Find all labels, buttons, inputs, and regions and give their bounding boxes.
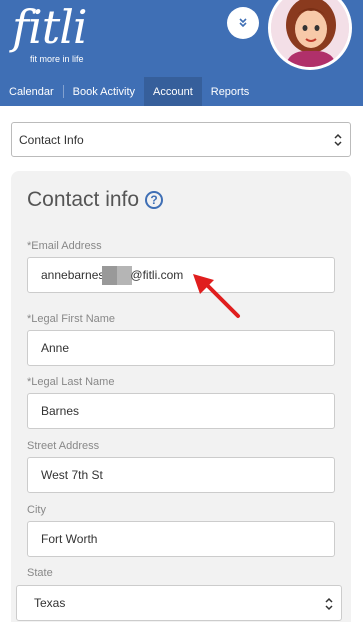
card-title-text: Contact info — [27, 188, 140, 211]
street-field[interactable]: West 7th St — [27, 457, 335, 493]
double-chevron-down-icon — [239, 18, 247, 28]
expand-menu-button[interactable] — [227, 7, 259, 39]
app-header: fitli fit more in life Calendar Book Act… — [0, 0, 363, 106]
card-title: Contact info ? — [27, 188, 164, 212]
city-field[interactable]: Fort Worth — [27, 521, 335, 557]
first-name-value: Anne — [41, 341, 70, 355]
select-arrows-icon — [325, 597, 333, 611]
nav-reports[interactable]: Reports — [202, 77, 259, 106]
city-value: Fort Worth — [41, 532, 98, 546]
state-label: State — [27, 567, 53, 579]
help-icon[interactable]: ? — [145, 191, 164, 209]
logo-tagline: fit more in life — [30, 54, 84, 64]
contact-info-card: Contact info ? *Email Address annebarnes… — [11, 171, 351, 622]
nav-calendar[interactable]: Calendar — [0, 77, 63, 106]
street-label: Street Address — [27, 440, 100, 452]
nav-book-activity[interactable]: Book Activity — [64, 77, 144, 106]
logo-wordmark: fitli — [12, 0, 88, 54]
last-name-value: Barnes — [41, 404, 80, 418]
section-select-value: Contact Info — [19, 132, 84, 147]
last-name-field[interactable]: Barnes — [27, 393, 335, 429]
state-value: Texas — [34, 596, 66, 610]
select-arrows-icon — [334, 133, 342, 147]
redaction-box — [102, 265, 133, 285]
last-name-label: *Legal Last Name — [27, 376, 115, 388]
state-select[interactable]: Texas — [16, 585, 342, 621]
email-value-prefix: annebarnes — [41, 268, 105, 282]
city-label: City — [27, 504, 46, 516]
user-avatar[interactable] — [268, 0, 352, 70]
email-value-suffix: @fitli.com — [130, 268, 184, 282]
first-name-field[interactable]: Anne — [27, 330, 335, 366]
email-label: *Email Address — [27, 240, 102, 252]
section-select[interactable]: Contact Info — [11, 122, 351, 157]
avatar-illustration — [271, 0, 349, 67]
main-nav: Calendar Book Activity Account Reports — [0, 77, 258, 106]
email-field[interactable]: annebarnes @fitli.com — [27, 257, 335, 293]
first-name-label: *Legal First Name — [27, 313, 116, 325]
street-value: West 7th St — [41, 468, 103, 482]
nav-account[interactable]: Account — [144, 77, 202, 106]
fitli-logo[interactable]: fitli fit more in life — [12, 0, 88, 64]
annotation-arrow-icon — [193, 274, 240, 318]
